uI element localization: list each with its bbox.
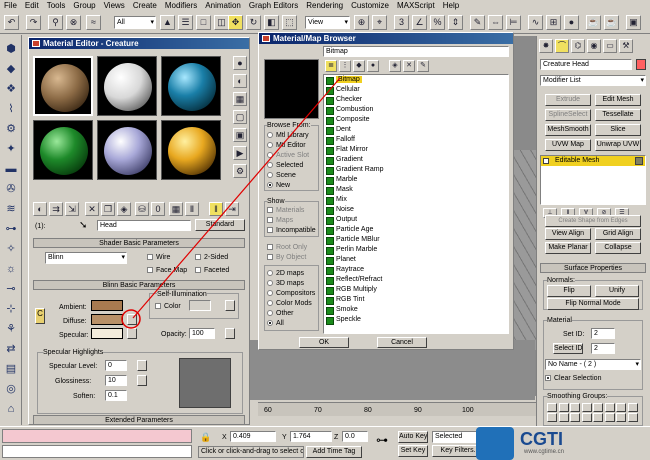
smoothing-groups-label: Smoothing Groups: (547, 392, 608, 401)
modifier-list-dropdown[interactable]: Modifier List ▾ (540, 75, 646, 86)
display-tab-icon[interactable]: ▭ (603, 39, 617, 53)
smoothing-group-button[interactable] (581, 403, 592, 412)
watermark-site: www.cgtime.cn (524, 449, 565, 455)
stack-toggle-icon[interactable] (635, 157, 643, 165)
splineselect-button[interactable]: SplineSelect (545, 109, 591, 121)
utilities-tab-icon[interactable]: ⚒ (619, 39, 633, 53)
surface-props-rollout-header[interactable]: Surface Properties (540, 263, 646, 273)
tick-100: 100 (462, 407, 474, 414)
flip-normal-mode-button[interactable]: Flip Normal Mode (547, 298, 639, 310)
y-label: Y (282, 434, 287, 441)
drag-line (132, 77, 341, 319)
smoothing-group-button[interactable] (558, 403, 569, 412)
unify-button[interactable]: Unify (595, 285, 639, 297)
material-label: Material (547, 316, 572, 325)
motion-tab-icon[interactable]: ◉ (587, 39, 601, 53)
chevron-down-icon: ▾ (635, 361, 639, 368)
lock-selection-icon[interactable]: 🔒 (200, 432, 211, 443)
smoothing-group-button[interactable] (570, 413, 580, 422)
smoothing-group-button[interactable] (604, 413, 615, 422)
select-id-spinner[interactable]: 2 (591, 343, 615, 354)
smoothing-buttons (547, 403, 639, 423)
watermark-logo-icon (476, 427, 514, 460)
slice-button[interactable]: Slice (595, 124, 641, 136)
no-name-value: No Name - ( 2 ) (548, 361, 597, 368)
stack-item-editable-mesh[interactable]: Editable Mesh (541, 156, 645, 166)
edit-mesh-button[interactable]: Edit Mesh (595, 94, 641, 106)
status-bar: 🔒 X 0.409 Y 1.764 Z 0.0 Click or click-a… (0, 426, 650, 460)
maxscript-listener[interactable] (2, 429, 192, 443)
smoothing-group-button[interactable] (604, 403, 615, 412)
chevron-down-icon: ▾ (640, 77, 644, 84)
x-coord-field[interactable]: 0.409 (230, 431, 276, 442)
drag-highlight-circle (121, 309, 141, 329)
auto-key-button[interactable]: Auto Key (398, 431, 428, 443)
create-tab-icon[interactable]: ✸ (539, 39, 553, 53)
normals-label: Normals: (547, 276, 576, 285)
z-coord-field[interactable]: 0.0 (342, 431, 368, 442)
select-id-button[interactable]: Select ID (553, 343, 583, 354)
clear-selection-checkbox[interactable]: Clear Selection (545, 374, 601, 383)
smoothing-group-button[interactable] (570, 403, 580, 412)
smoothing-group-button[interactable] (593, 403, 603, 412)
hierarchy-tab-icon[interactable]: ⌬ (571, 39, 585, 53)
uvw-map-button[interactable]: UVW Map (545, 139, 591, 151)
meshsmooth-button[interactable]: MeshSmooth (545, 124, 591, 136)
surface-props-label: Surface Properties (564, 265, 622, 272)
material-name-dropdown[interactable]: No Name - ( 2 ) ▾ (545, 359, 641, 370)
set-key-button[interactable]: Set Key (398, 445, 428, 457)
smoothing-group-button[interactable] (593, 413, 603, 422)
collapse-button[interactable]: Collapse (595, 242, 641, 254)
tessellate-button[interactable]: Tessellate (595, 109, 641, 121)
modifier-list-label: Modifier List (543, 77, 581, 84)
smoothing-group-button[interactable] (581, 413, 592, 422)
create-shape-button[interactable]: Create Shape from Edges (545, 215, 641, 227)
set-id-spinner[interactable]: 2 (591, 328, 615, 339)
smoothing-group-button[interactable] (616, 403, 626, 412)
command-panel: ✸ ⌒ ⌬ ◉ ▭ ⚒ Creature Head Modifier List ▾… (536, 36, 650, 426)
flip-button[interactable]: Flip (547, 285, 591, 297)
timeline[interactable]: 60 70 80 90 100 (258, 402, 536, 416)
grid-align-button[interactable]: Grid Align (595, 228, 641, 240)
make-planar-button[interactable]: Make Planar (545, 242, 591, 254)
maxscript-mini[interactable] (2, 445, 192, 458)
smoothing-group-button[interactable] (547, 403, 557, 412)
tick-90: 90 (414, 407, 422, 414)
tick-70: 70 (314, 407, 322, 414)
x-label: X (222, 434, 227, 441)
clear-selection-label: Clear Selection (554, 375, 602, 382)
status-prompt: Click or click-and-drag to select ob (198, 446, 304, 458)
unwrap-uvw-button[interactable]: Unwrap UVW (595, 139, 641, 151)
tick-60: 60 (264, 407, 272, 414)
set-id-label: Set ID: (563, 331, 585, 338)
y-coord-field[interactable]: 1.764 (290, 431, 332, 442)
stack-item-label: Editable Mesh (555, 157, 600, 164)
add-time-tag-button[interactable]: Add Time Tag (306, 446, 362, 458)
smoothing-group-button[interactable] (547, 413, 557, 422)
object-name-field[interactable]: Creature Head (540, 59, 632, 70)
key-icon[interactable]: ⊶ (376, 433, 388, 447)
stack-expand-icon[interactable] (543, 158, 549, 164)
modify-tab-icon[interactable]: ⌒ (555, 39, 569, 53)
object-color-swatch[interactable] (636, 59, 646, 70)
check (545, 375, 551, 382)
tick-80: 80 (364, 407, 372, 414)
view-align-button[interactable]: View Align (545, 228, 591, 240)
extrude-button[interactable]: Extrude (545, 94, 591, 106)
smoothing-group-button[interactable] (627, 403, 638, 412)
key-set-value: Selected (435, 433, 463, 440)
smoothing-group-button[interactable] (627, 413, 638, 422)
smoothing-group-button[interactable] (558, 413, 569, 422)
watermark-logo-text: CGTI (520, 429, 563, 449)
z-label: Z (334, 434, 339, 441)
smoothing-group-button[interactable] (616, 413, 626, 422)
